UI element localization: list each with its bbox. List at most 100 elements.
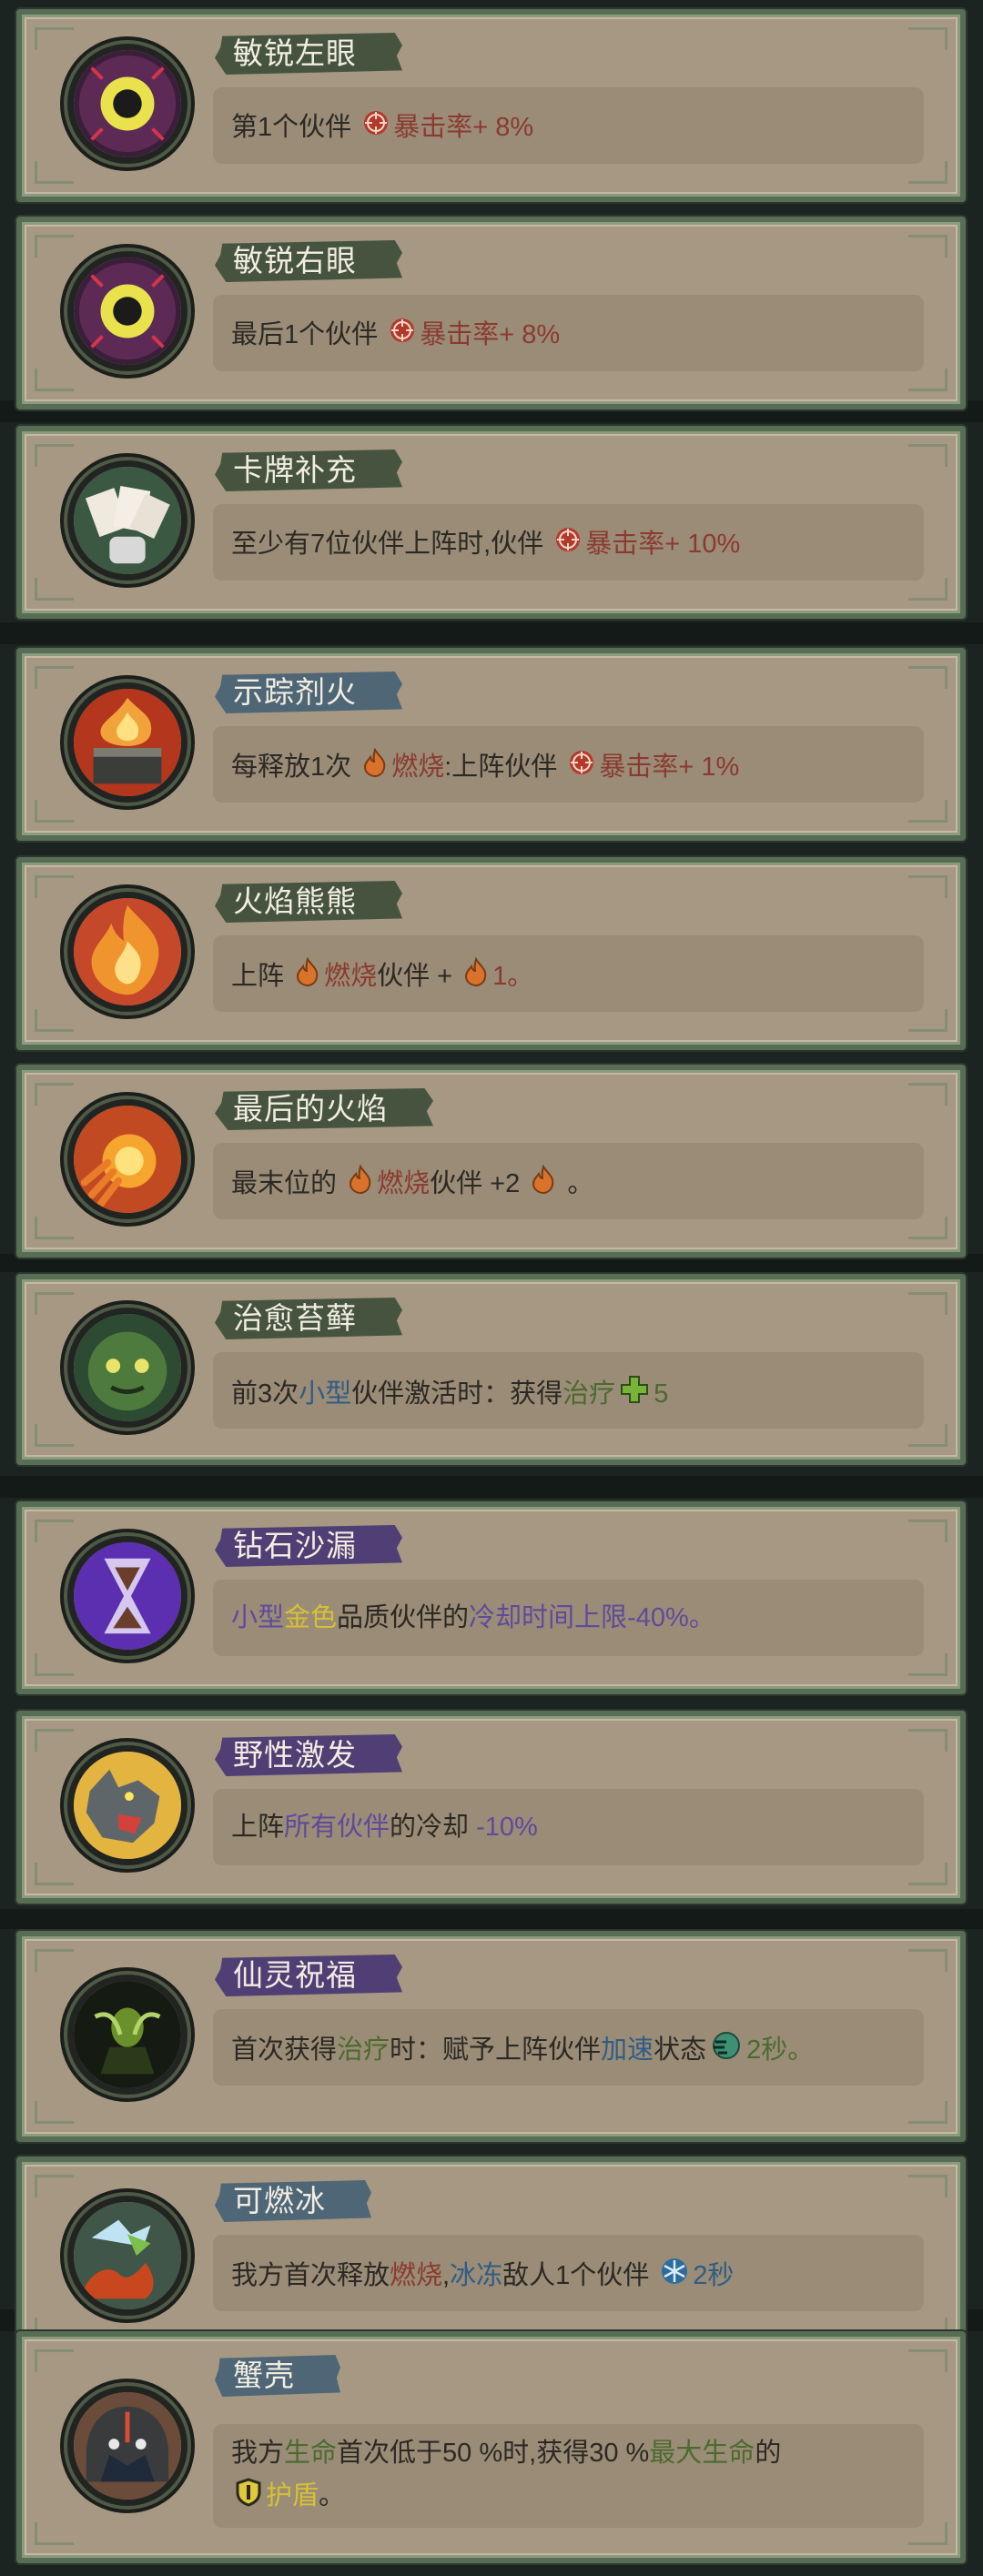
corner-ornament [35,2175,74,2197]
description-text: 的 [755,2439,782,2469]
corner-ornament [908,666,948,689]
fire-icon [67,892,187,1012]
crit-icon [389,317,416,352]
corner-ornament [35,2101,74,2124]
relic-card[interactable]: 卡牌补充 至少有7位伙伴上阵时,伙伴 暴击率 + 10% [16,426,966,619]
haste-icon [710,2031,743,2068]
moss-icon [67,1308,187,1428]
crit-icon [554,526,582,561]
heal-icon [619,1374,650,1413]
description-text: 暴击率 [599,752,679,782]
wolf-icon [67,1745,187,1865]
description-text: 的冷却 [390,1813,477,1842]
relic-card[interactable]: 钻石沙漏 小型 金色 品质伙伴的 冷却时间上限 -40%。 [16,1501,966,1694]
corner-ornament [35,875,74,898]
hourglass-icon [67,1536,187,1656]
relic-title: 仙灵祝福 [215,1955,402,1996]
description-text: 暴击率 [585,529,665,559]
relic-description: 我方 生命 首次低于50 %时,获得30 % 最大生命的护盾。 [213,2424,924,2528]
fire-brazier-icon [67,682,187,803]
description-text: -10% [476,1813,538,1842]
relic-title: 最后的火焰 [215,1088,433,1130]
corner-ornament [35,161,74,184]
description-text: 燃烧 [324,961,378,991]
corner-ornament [35,1424,74,1447]
corner-ornament [35,2522,74,2545]
corner-ornament [908,875,948,898]
corner-ornament [908,444,948,467]
description-text: 首次获得 [231,2035,338,2065]
corner-ornament [908,1653,948,1676]
relic-card[interactable]: 敏锐右眼 最后1个伙伴 暴击率 + 8% [16,217,966,409]
corner-ornament [35,444,74,467]
flame-icon [362,747,388,785]
fairy-icon [67,1975,187,2095]
corner-ornament [908,2175,948,2197]
description-text: 金色 [284,1603,338,1632]
corner-ornament [35,1292,74,1315]
shield-icon [235,2478,262,2515]
relic-card[interactable]: 野性激发 上阵 所有伙伴 的冷却 -10% [16,1711,966,1904]
relic-description: 上阵 燃烧 伙伴 + 1。 [213,935,924,1012]
corner-ornament [35,1217,74,1239]
relic-description: 至少有7位伙伴上阵时,伙伴 暴击率 + 10% [213,504,924,581]
crit-icon [362,109,390,145]
corner-ornament [35,1653,74,1676]
relic-card[interactable]: 治愈苔藓 前3次 小型 伙伴激活时：获得 治疗 5 [16,1274,966,1465]
description-text: 第1个伙伴 [231,112,360,142]
corner-ornament [35,1863,74,1885]
description-text: 最末位的 [231,1168,345,1198]
corner-ornament [35,369,74,391]
section-divider [0,622,983,644]
description-text: 冷却时间上限 [469,1603,628,1632]
relic-description: 首次获得 治疗 时：赋予上阵伙伴 加速 状态 2秒。 [213,2009,924,2086]
corner-ornament [35,1009,74,1032]
description-text: 冰冻 [450,2260,503,2290]
corner-ornament [908,369,948,391]
description-text: 上阵 [231,961,292,991]
relic-description: 最末位的 燃烧 伙伴 +2 。 [213,1143,924,1219]
corner-ornament [908,1292,948,1315]
description-text: :上阵伙伴 [444,752,565,782]
description-text: 暴击率 [393,112,473,142]
description-text: + 8% [499,319,561,349]
corner-ornament [35,800,74,823]
flame-icon [463,956,489,995]
relic-card[interactable]: 可燃冰 我方首次释放 燃烧, 冰冻 敌人1个伙伴 2秒 [16,2157,966,2359]
description-text: 小型 [299,1379,352,1409]
relic-card[interactable]: 仙灵祝福首次获得 治疗 时：赋予上阵伙伴 加速 状态 2秒。 [16,1931,966,2142]
description-text: 。 [319,2481,346,2511]
crit-icon [568,749,595,784]
description-text: 燃烧 [390,2260,443,2290]
description-text: + 8% [472,112,534,142]
relic-card[interactable]: 示踪剂火 每释放1次 燃烧:上阵伙伴 暴击率 + 1% [16,648,966,841]
relic-card[interactable]: 火焰熊熊 上阵 燃烧 伙伴 + 1。 [16,857,966,1050]
relic-card[interactable]: 敏锐左眼 第1个伙伴 暴击率 + 8% [16,9,966,202]
relic-description: 每释放1次 燃烧:上阵伙伴 暴击率 + 1% [213,726,924,803]
corner-ornament [35,2349,74,2372]
relic-card[interactable]: 最后的火焰最末位的 燃烧 伙伴 +2 。 [16,1065,966,1258]
relic-title: 治愈苔藓 [215,1298,402,1339]
corner-ornament [908,2101,948,2124]
corner-ornament [908,800,948,823]
flame-icon [295,956,320,995]
description-text: 状态 [654,2035,707,2065]
description-text: 暴击率 [420,319,500,349]
description-text: 上阵 [231,1813,285,1842]
relic-card[interactable]: 蟹壳 我方 生命 首次低于50 %时,获得30 % 最大生命的护盾。 [16,2331,966,2563]
description-text: 燃烧 [377,1168,431,1198]
corner-ornament [35,27,74,50]
corner-ornament [35,1729,74,1752]
description-text: 前3次 [231,1379,299,1409]
corner-ornament [35,1520,74,1542]
description-text: 伙伴 +2 [430,1168,528,1198]
description-text: 伙伴激活时：获得 [351,1379,563,1409]
description-text: 加速 [601,2035,654,2065]
flame-icon [531,1164,556,1202]
description-text: 2秒 [693,2260,735,2290]
description-text: 5 [654,1379,669,1409]
description-text: 护盾 [266,2481,319,2511]
description-text: 我方 [231,2439,285,2469]
description-text: 。 [560,1168,594,1198]
corner-ornament [908,1520,948,1542]
